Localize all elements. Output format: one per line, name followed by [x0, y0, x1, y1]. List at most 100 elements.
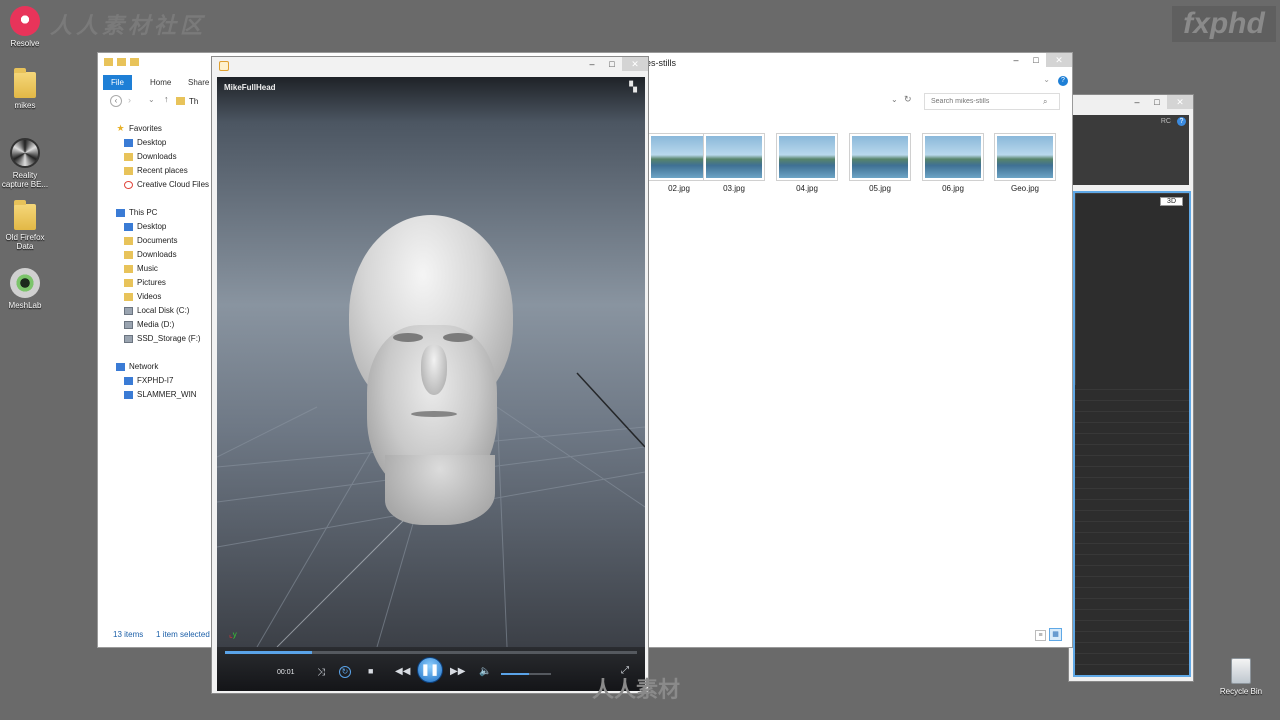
file-thumbnail[interactable]: Geo.jpg: [994, 133, 1056, 193]
nav-item-creative-cloud[interactable]: Creative Cloud Files: [124, 178, 209, 191]
rc-3d-badge[interactable]: 3D: [1160, 197, 1183, 206]
video-viewport[interactable]: MikeFullHead ▚ ⌞y: [217, 77, 645, 647]
nav-item-downloads[interactable]: Downloads: [124, 150, 177, 163]
properties-icon[interactable]: [117, 58, 126, 66]
file-thumbnail[interactable]: 03.jpg: [703, 133, 765, 193]
file-name: 05.jpg: [869, 184, 891, 193]
recycle-bin-icon: [1231, 658, 1251, 684]
tab-file[interactable]: File: [103, 75, 132, 90]
large-icons-view-icon[interactable]: ▦: [1049, 628, 1062, 641]
search-icon[interactable]: ⌕: [1043, 97, 1047, 107]
nav-label: This PC: [129, 208, 158, 217]
nav-item-documents[interactable]: Documents: [124, 234, 177, 247]
maximize-icon[interactable]: □: [1026, 53, 1046, 67]
help-icon[interactable]: ?: [1058, 76, 1068, 86]
close-icon[interactable]: ✕: [622, 57, 648, 71]
chevron-down-icon[interactable]: ⌄: [1043, 75, 1050, 84]
image-thumbnail: [849, 133, 911, 181]
image-thumbnail: [648, 133, 710, 181]
star-icon: ★: [116, 123, 125, 133]
recent-locations-icon[interactable]: ⌄: [148, 95, 155, 104]
nav-thispc[interactable]: This PC: [116, 206, 157, 219]
nav-item-local-disk[interactable]: Local Disk (C:): [124, 304, 189, 317]
nav-item-recent-places[interactable]: Recent places: [124, 164, 188, 177]
details-view-icon[interactable]: ≡: [1035, 630, 1046, 641]
folder-icon[interactable]: [104, 58, 113, 66]
nav-item-fxphd-i7[interactable]: FXPHD-I7: [124, 374, 173, 387]
repeat-icon[interactable]: ↻: [339, 666, 351, 678]
desktop-icon-resolve[interactable]: Resolve: [0, 6, 50, 48]
file-name: Geo.jpg: [1010, 184, 1040, 193]
nav-item-slammer-win[interactable]: SLAMMER_WIN: [124, 388, 197, 401]
brand-watermark-left: 人人素材社区: [50, 13, 207, 39]
maximize-icon[interactable]: □: [602, 57, 622, 71]
close-icon[interactable]: ✕: [1167, 95, 1193, 109]
elapsed-time: 00:01: [277, 669, 295, 676]
desktop-icon-label: Reality capture BE...: [1, 171, 49, 189]
pause-button[interactable]: ❚❚: [417, 657, 443, 683]
nav-item-desktop[interactable]: Desktop: [124, 136, 166, 149]
volume-slider[interactable]: [501, 673, 551, 675]
nav-item-ssd-storage[interactable]: SSD_Storage (F:): [124, 332, 201, 345]
file-thumbnail[interactable]: 04.jpg: [776, 133, 838, 193]
back-button[interactable]: ‹: [110, 95, 122, 107]
desktop-icon-old-firefox[interactable]: Old Firefox Data: [0, 200, 50, 251]
documents-icon: [124, 236, 133, 245]
nav-item-videos[interactable]: Videos: [124, 290, 161, 303]
status-selection: 1 item selected: [156, 630, 210, 639]
address-dropdown-icon[interactable]: ⌄: [891, 95, 898, 104]
help-icon[interactable]: ?: [1177, 117, 1186, 126]
seek-bar[interactable]: [225, 651, 637, 654]
shuffle-icon[interactable]: ⤨: [317, 667, 325, 678]
file-thumbnail[interactable]: 02.jpg: [648, 133, 710, 193]
navigation-pane: ★ Favorites Desktop Downloads Recent plac…: [98, 117, 214, 627]
drive-icon: [124, 306, 133, 315]
nav-network[interactable]: Network: [116, 360, 158, 373]
rc-label: RC: [1160, 118, 1171, 125]
nav-label: Pictures: [137, 278, 166, 287]
nav-favorites[interactable]: ★ Favorites: [116, 122, 161, 135]
media-player-window[interactable]: – □ ✕ MikeFullHead ▚ ⌞y 00:01 ⤨ ↻ ■ ◀◀ ❚…: [211, 56, 649, 694]
nav-label: Downloads: [137, 152, 177, 161]
maximize-icon[interactable]: □: [1147, 95, 1167, 109]
rc-3d-viewport[interactable]: 3D: [1073, 191, 1191, 677]
nav-item-media[interactable]: Media (D:): [124, 318, 174, 331]
image-thumbnail: [776, 133, 838, 181]
tab-home[interactable]: Home: [142, 75, 179, 90]
minimize-icon[interactable]: –: [1006, 53, 1026, 67]
nav-item-pc-downloads[interactable]: Downloads: [124, 248, 177, 261]
desktop-icon-mikes[interactable]: mikes: [0, 68, 50, 110]
realitycapture-window[interactable]: – □ ✕ RC ? 3D: [1068, 94, 1194, 682]
nav-item-pictures[interactable]: Pictures: [124, 276, 166, 289]
volume-icon[interactable]: 🔈: [479, 666, 491, 677]
computer-icon: [124, 390, 133, 399]
nav-label: Desktop: [137, 138, 167, 147]
close-icon[interactable]: ✕: [1046, 53, 1072, 67]
downloads-icon: [124, 250, 133, 259]
refresh-icon[interactable]: ↻: [904, 94, 912, 105]
recent-places-icon: [124, 166, 133, 175]
forward-button[interactable]: ›: [128, 95, 131, 105]
quick-access-toolbar: [104, 58, 139, 66]
address-bar[interactable]: Th: [176, 93, 216, 109]
search-input[interactable]: [931, 98, 1043, 105]
minimize-icon[interactable]: –: [582, 57, 602, 71]
minimize-icon[interactable]: –: [1127, 95, 1147, 109]
stop-button[interactable]: ■: [368, 666, 373, 676]
nav-item-pc-desktop[interactable]: Desktop: [124, 220, 166, 233]
search-box[interactable]: ⌕: [924, 93, 1060, 110]
desktop-icon-meshlab[interactable]: MeshLab: [0, 268, 50, 310]
previous-button[interactable]: ◀◀: [395, 666, 410, 677]
new-folder-icon[interactable]: [130, 58, 139, 66]
next-button[interactable]: ▶▶: [450, 666, 465, 677]
file-thumbnail[interactable]: 05.jpg: [849, 133, 911, 193]
desktop-icon-recycle-bin[interactable]: Recycle Bin: [1216, 658, 1266, 696]
image-thumbnail: [922, 133, 984, 181]
creative-cloud-icon: [124, 180, 133, 189]
head-scan-model: [345, 215, 517, 525]
desktop-icon-realitycapture[interactable]: Reality capture BE...: [0, 138, 50, 189]
nav-item-music[interactable]: Music: [124, 262, 158, 275]
up-arrow-icon[interactable]: ↑: [164, 94, 169, 104]
address-path: Th: [189, 96, 199, 106]
file-thumbnail[interactable]: 06.jpg: [922, 133, 984, 193]
